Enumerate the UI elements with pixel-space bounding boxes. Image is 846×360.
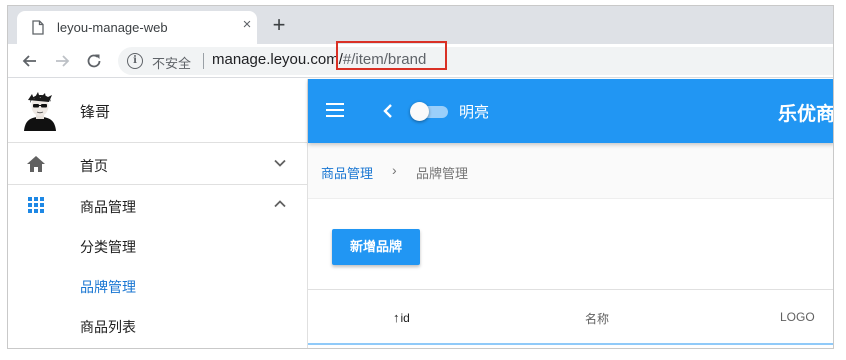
sidebar-item-goods[interactable]: 商品管理	[8, 185, 308, 225]
column-header-name[interactable]: 名称	[585, 310, 609, 327]
theme-switch[interactable]	[410, 101, 448, 121]
breadcrumb-separator: ›	[392, 162, 397, 178]
chevron-up-icon[interactable]	[272, 196, 288, 212]
breadcrumb: 商品管理 › 品牌管理	[308, 143, 833, 199]
sidebar-subitem-brand[interactable]: 品牌管理	[8, 265, 308, 305]
user-name: 锋哥	[80, 104, 111, 121]
document-icon	[32, 20, 44, 35]
add-brand-button[interactable]: 新增品牌	[332, 229, 420, 265]
chevron-left-icon[interactable]	[381, 103, 395, 119]
theme-switch-label: 明亮	[459, 104, 490, 121]
column-header-logo[interactable]: LOGO	[780, 310, 815, 324]
info-icon[interactable]: i	[127, 53, 143, 69]
insecure-label: 不安全	[152, 56, 192, 71]
tab-title: leyou-manage-web	[57, 20, 168, 35]
address-bar[interactable]: i 不安全 manage.leyou.com/#/item/brand	[118, 47, 833, 75]
app-toolbar: 明亮 乐优商	[308, 79, 834, 143]
sidebar-item-home[interactable]: 首页	[8, 144, 308, 184]
sidebar-item-label: 商品管理	[80, 199, 136, 215]
tab-strip: leyou-manage-web × +	[8, 6, 833, 44]
back-arrow-icon[interactable]	[20, 51, 40, 71]
table-header: ↑id 名称 LOGO	[308, 289, 833, 345]
breadcrumb-link[interactable]: 商品管理	[321, 163, 373, 182]
browser-tab[interactable]: leyou-manage-web ×	[17, 11, 257, 44]
menu-icon[interactable]	[325, 102, 345, 118]
user-profile[interactable]: 锋哥	[8, 79, 308, 143]
column-header-id[interactable]: ↑id	[393, 310, 410, 325]
apps-icon	[28, 197, 44, 213]
sidebar-subitem-label: 品牌管理	[80, 279, 136, 295]
avatar	[24, 92, 56, 131]
chevron-down-icon[interactable]	[272, 155, 288, 171]
switch-thumb	[410, 102, 429, 121]
navigation-drawer: 锋哥 首页 商品管理 分类管理 品牌管理 商品列表	[8, 79, 308, 348]
close-tab-icon[interactable]: ×	[239, 17, 255, 33]
sidebar-subitem-category[interactable]: 分类管理	[8, 225, 308, 265]
address-separator	[203, 53, 204, 69]
app-title: 乐优商	[778, 104, 834, 125]
breadcrumb-current: 品牌管理	[416, 166, 469, 181]
sort-arrow-up-icon: ↑	[393, 310, 400, 325]
sidebar-item-label: 首页	[80, 158, 108, 174]
reload-icon[interactable]	[84, 51, 104, 71]
sidebar-subitem-label: 分类管理	[80, 239, 136, 255]
home-icon	[27, 156, 45, 172]
main-content: 明亮 乐优商 商品管理 › 品牌管理 新增品牌 ↑id 名称 LOGO	[308, 79, 834, 348]
forward-arrow-icon[interactable]	[52, 51, 72, 71]
sidebar-subitem-goods-list[interactable]: 商品列表	[8, 305, 308, 345]
new-tab-button[interactable]: +	[269, 14, 289, 36]
url-highlight-box	[336, 41, 447, 70]
sidebar-subitem-label: 商品列表	[80, 319, 136, 335]
